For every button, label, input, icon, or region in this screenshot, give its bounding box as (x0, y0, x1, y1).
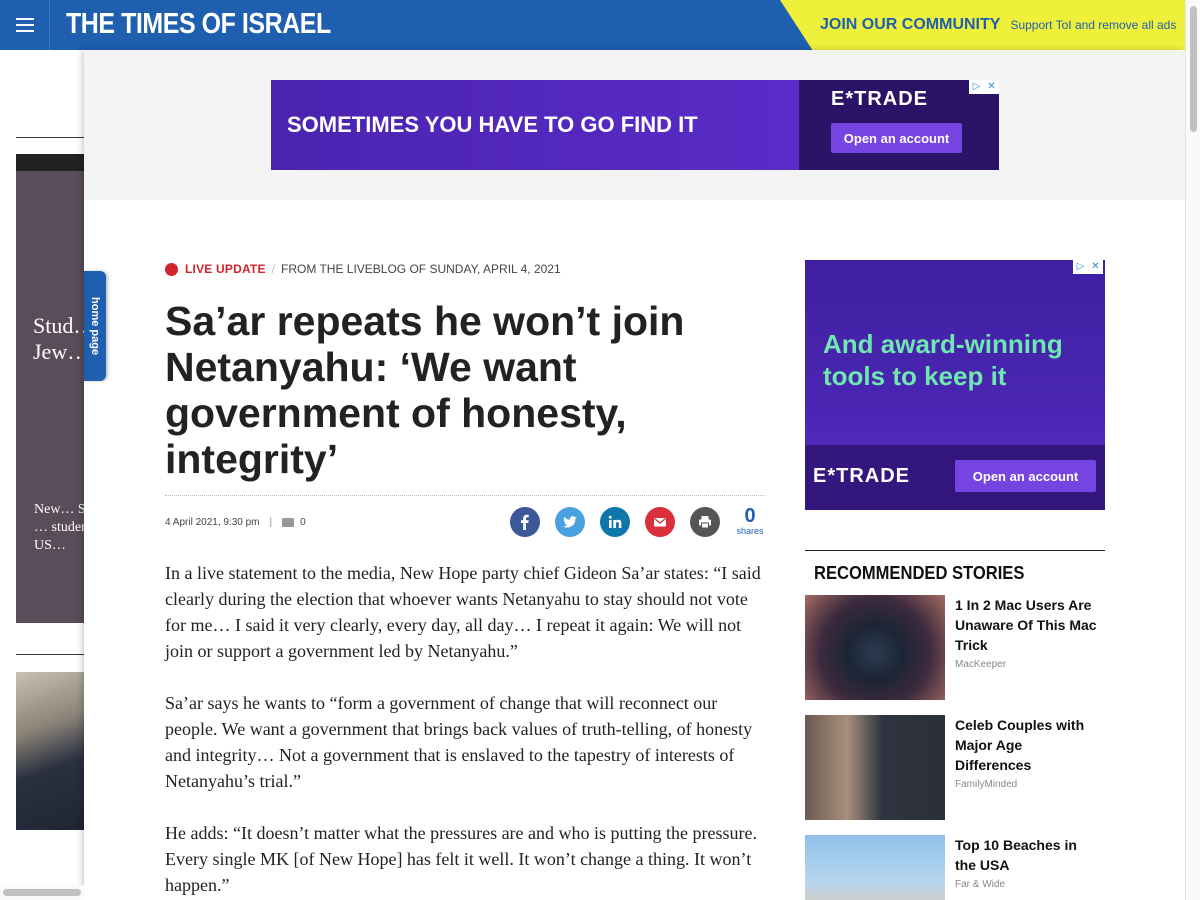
shares-count: 0 (744, 505, 756, 527)
recommended-story[interactable]: Celeb Couples with Major Age Differences… (805, 715, 1105, 820)
shares-counter: 0 shares (734, 506, 766, 536)
story-thumbnail[interactable] (805, 715, 945, 820)
email-icon[interactable] (645, 507, 675, 537)
open-account-button[interactable]: Open an account (831, 123, 962, 153)
recommended-story[interactable]: Top 10 Beaches in the USA Far & Wide (805, 835, 1105, 900)
vertical-scrollbar[interactable] (1185, 0, 1200, 900)
live-update-label[interactable]: LIVE UPDATE (185, 262, 266, 276)
adchoices-icon[interactable]: ▷ ✕ (969, 80, 999, 94)
top-ad-band: SOMETIMES YOU HAVE TO GO FIND IT E*TRADE… (84, 50, 1185, 200)
article-kicker: LIVE UPDATE / FROM THE LIVEBLOG OF SUNDA… (165, 262, 561, 276)
menu-button[interactable] (0, 0, 50, 50)
ad-headline: SOMETIMES YOU HAVE TO GO FIND IT (287, 112, 698, 137)
promo-card[interactable]: Stud… tea… Jew… plan… New… Scottsda… rem… (16, 171, 86, 623)
twitter-icon[interactable] (555, 507, 585, 537)
scrollbar-thumb[interactable] (1190, 6, 1197, 132)
join-community-subtitle: Support ToI and remove all ads (1010, 18, 1177, 32)
previous-page-strip: Stud… tea… Jew… plan… New… Scottsda… rem… (0, 50, 86, 900)
promo-card-title: Stud… tea… Jew… plan… (33, 313, 86, 364)
story-source: Far & Wide (955, 879, 1006, 890)
promo-photo[interactable] (16, 672, 86, 830)
story-source: FamilyMinded (955, 779, 1018, 790)
article-paragraph: He adds: “It doesn’t matter what the pre… (165, 823, 758, 895)
linkedin-icon[interactable] (600, 507, 630, 537)
etrade-logo: E*TRADE (831, 88, 929, 110)
story-title[interactable]: Celeb Couples with Major Age Differences (955, 715, 1100, 775)
adchoices-icon[interactable]: ▷ ✕ (1073, 260, 1103, 274)
article-body: In a live statement to the media, New Ho… (165, 560, 765, 900)
sidebar-ad[interactable]: And award-winning tools to keep it E*TRA… (805, 260, 1105, 510)
divider (16, 137, 86, 138)
facebook-icon[interactable] (510, 507, 540, 537)
article-date: 4 April 2021, 9:30 pm (165, 517, 260, 528)
recommended-story[interactable]: 1 In 2 Mac Users Are Unaware Of This Mac… (805, 595, 1105, 700)
divider (805, 550, 1105, 551)
article-meta: 4 April 2021, 9:30 pm | 0 (165, 517, 306, 528)
print-icon[interactable] (690, 507, 720, 537)
story-thumbnail[interactable] (805, 595, 945, 700)
open-account-button[interactable]: Open an account (955, 460, 1096, 492)
join-community-banner[interactable]: JOIN OUR COMMUNITY Support ToI and remov… (780, 0, 1185, 50)
kicker-separator: / (271, 262, 275, 276)
site-header: THE TIMES OF ISRAEL JOIN OUR COMMUNITY S… (0, 0, 1185, 50)
story-source: MacKeeper (955, 659, 1007, 670)
top-ad-banner[interactable]: SOMETIMES YOU HAVE TO GO FIND IT E*TRADE… (271, 80, 999, 170)
scrollbar-thumb[interactable] (3, 889, 81, 896)
story-title[interactable]: 1 In 2 Mac Users Are Unaware Of This Mac… (955, 595, 1100, 655)
promo-card-subtitle: New… Scottsda… remote … studen… new ed… … (34, 502, 86, 553)
sidebar-ad-headline: And award-winning tools to keep it (823, 329, 1063, 391)
etrade-logo: E*TRADE (813, 465, 911, 487)
home-page-tab[interactable]: home page (84, 271, 106, 381)
card-header-bar (16, 154, 86, 172)
join-community-title: JOIN OUR COMMUNITY (820, 16, 1001, 33)
shares-label: shares (736, 526, 764, 536)
site-logo[interactable]: THE TIMES OF ISRAEL (66, 8, 331, 41)
live-dot-icon (165, 262, 178, 276)
divider (165, 495, 765, 496)
recommended-stories-title: RECOMMENDED STORIES (814, 563, 1025, 583)
horizontal-scrollbar[interactable] (0, 885, 84, 900)
hamburger-icon (15, 16, 34, 34)
comment-icon[interactable] (282, 518, 295, 527)
comment-count[interactable]: 0 (300, 517, 306, 528)
story-thumbnail[interactable] (805, 835, 945, 900)
article-paragraph: Sa’ar says he wants to “form a governmen… (165, 693, 753, 791)
home-page-tab-label: home page (89, 296, 101, 356)
article-paragraph: In a live statement to the media, New Ho… (165, 563, 761, 661)
story-title[interactable]: Top 10 Beaches in the USA (955, 835, 1100, 875)
liveblog-link[interactable]: FROM THE LIVEBLOG OF SUNDAY, APRIL 4, 20… (281, 262, 561, 276)
divider (16, 654, 86, 655)
article-panel: SOMETIMES YOU HAVE TO GO FIND IT E*TRADE… (84, 50, 1185, 900)
article-headline: Sa’ar repeats he won’t join Netanyahu: ‘… (165, 298, 685, 482)
